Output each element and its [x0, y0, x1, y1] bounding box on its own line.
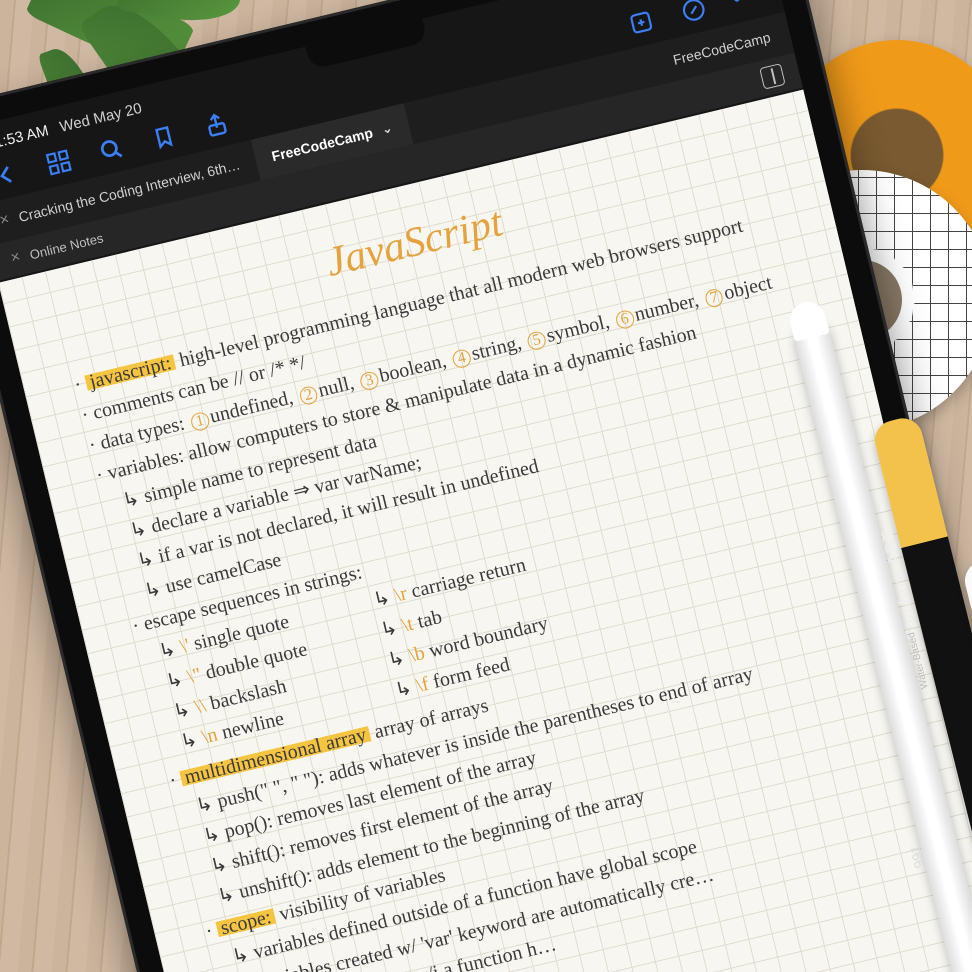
ipad-device: 11:53 AM Wed May 20 56%	[0, 0, 972, 972]
more-icon[interactable]: •••	[731, 0, 763, 12]
bookmark-icon[interactable]	[148, 121, 179, 152]
share-icon[interactable]	[201, 109, 232, 140]
back-icon[interactable]	[0, 159, 22, 190]
close-icon[interactable]: ×	[0, 211, 11, 231]
pen-tool-icon[interactable]	[678, 0, 709, 26]
close-icon[interactable]: ×	[9, 248, 22, 268]
search-icon[interactable]	[96, 134, 127, 165]
chevron-down-icon: ⌄	[381, 121, 394, 137]
grid-icon[interactable]	[43, 147, 74, 178]
scene-desk: @LITTLESTUDYBUDDY 11:53 AM Wed May 20	[0, 0, 972, 972]
page-tab-label: Online Notes	[28, 230, 105, 262]
new-note-icon[interactable]	[626, 7, 657, 38]
split-view-icon[interactable]	[759, 63, 786, 90]
